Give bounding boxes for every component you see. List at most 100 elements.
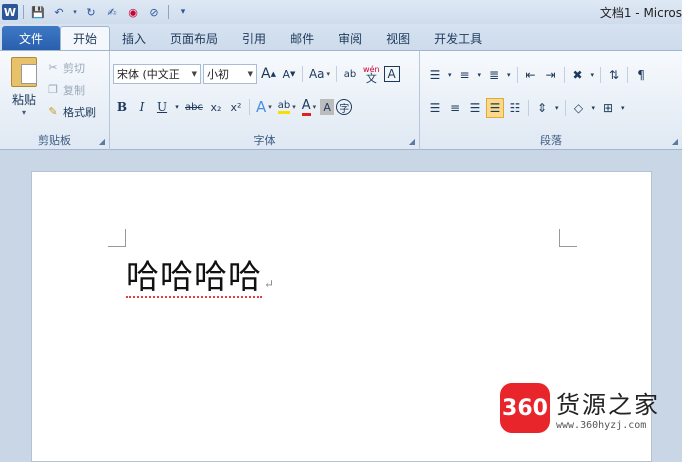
show-marks-icon[interactable]: ¶ [632, 65, 650, 85]
pinyin-button[interactable]: wén 文 [361, 64, 382, 84]
paragraph-group-label: 段落 [540, 134, 562, 147]
char-border-label: A [387, 67, 396, 81]
qat-separator [168, 5, 169, 19]
redo-icon[interactable]: ↻ [82, 3, 100, 21]
clear-format-button[interactable]: ab [341, 64, 359, 84]
decrease-indent-icon[interactable]: ⇤ [522, 65, 540, 85]
font-group: 宋体 (中文正 ▼ 小初 ▼ A ▲ A ▼ Aa ▾ ab wén 文 A B I U… [110, 51, 420, 150]
no-format-icon[interactable]: ⊘ [145, 3, 163, 21]
cut-label: 剪切 [63, 61, 85, 75]
tab-references[interactable]: 引用 [230, 26, 278, 50]
change-case-button[interactable]: Aa ▾ [307, 64, 332, 84]
numbering-dropdown-icon[interactable]: ▾ [476, 65, 484, 85]
line-spacing-dropdown-icon[interactable]: ▾ [553, 98, 561, 118]
italic-button[interactable]: I [133, 97, 151, 117]
margin-corner-top-right [559, 229, 577, 247]
superscript-button[interactable]: x² [227, 97, 245, 117]
borders-icon[interactable]: ⊞ [599, 98, 617, 118]
strikethrough-label: abc [185, 101, 203, 113]
paste-button[interactable]: 粘贴 ▾ [6, 57, 42, 119]
grow-font-button[interactable]: A ▲ [259, 64, 278, 84]
paragraph-mark: ↵ [264, 277, 276, 291]
strikethrough-button[interactable]: abc [183, 97, 205, 117]
paste-dropdown-icon[interactable]: ▾ [22, 108, 26, 117]
margin-corner-top-left [108, 229, 126, 247]
subscript-button[interactable]: x₂ [207, 97, 225, 117]
undo-icon[interactable]: ↶ [50, 3, 68, 21]
undo-dropdown-icon[interactable]: ▾ [71, 3, 79, 21]
font-row-1: 宋体 (中文正 ▼ 小初 ▼ A ▲ A ▼ Aa ▾ ab wén 文 A [113, 64, 400, 84]
color-icon[interactable]: ◉ [124, 3, 142, 21]
text-effects-label: A [255, 98, 267, 116]
copy-icon: ❐ [48, 83, 58, 96]
ribbon: 粘贴 ▾ ✂ 剪切 ❐ 复制 ✎ 格式刷 剪贴板 ◢ 宋体 (中文正 ▼ 小初 … [0, 50, 682, 150]
save-icon[interactable]: 💾 [29, 3, 47, 21]
tab-view[interactable]: 视图 [374, 26, 422, 50]
multilevel-list-icon[interactable]: ≣ [485, 65, 503, 85]
format-painter-button[interactable]: ✎ 格式刷 [46, 103, 96, 120]
document-text[interactable]: 哈哈哈哈 ↵ [126, 250, 275, 298]
chinese-layout-dropdown-icon[interactable]: ▾ [589, 65, 597, 85]
sort-icon[interactable]: ⇅ [605, 65, 623, 85]
shading-dropdown-icon[interactable]: ▾ [590, 98, 598, 118]
shrink-font-button[interactable]: A ▼ [280, 64, 298, 84]
distributed-icon[interactable]: ☷ [506, 98, 524, 118]
font-size-select[interactable]: 小初 ▼ [203, 64, 257, 84]
enclose-char-button[interactable]: 字 [336, 99, 353, 115]
cut-button[interactable]: ✂ 剪切 [46, 59, 96, 76]
clear-format-label: ab [343, 68, 357, 80]
change-case-label: Aa [308, 67, 325, 81]
multilevel-dropdown-icon[interactable]: ▾ [505, 65, 513, 85]
font-size-value: 小初 [207, 68, 229, 81]
font-name-select[interactable]: 宋体 (中文正 ▼ [113, 64, 201, 84]
separator [563, 67, 565, 83]
tab-review[interactable]: 审阅 [326, 26, 374, 50]
font-color-button[interactable]: A ▾ [300, 97, 318, 117]
font-color-label: A [301, 98, 311, 116]
tab-file[interactable]: 文件 [2, 26, 60, 50]
tab-page-layout[interactable]: 页面布局 [158, 26, 230, 50]
char-shading-button[interactable]: A [320, 99, 335, 115]
chevron-down-icon: ▼ [247, 70, 253, 78]
paragraph-launcher-icon[interactable]: ◢ [672, 137, 678, 146]
text-effects-button[interactable]: A ▾ [254, 97, 274, 117]
underline-dropdown-icon[interactable]: ▾ [173, 97, 181, 117]
pinyin-char-icon: 文 [365, 72, 377, 85]
separator [600, 67, 602, 83]
window-title: 文档1 - Micros [599, 6, 682, 20]
chevron-down-icon: ▾ [326, 70, 331, 78]
format-painter-qat-icon[interactable]: ✍ [103, 3, 121, 21]
line-spacing-icon[interactable]: ⇕ [533, 98, 551, 118]
para-row-1: ☰ ▾ ≡ ▾ ≣ ▾ ⇤ ⇥ ✖ ▾ ⇅ ¶ [426, 65, 650, 85]
increase-indent-icon[interactable]: ⇥ [542, 65, 560, 85]
clipboard-launcher-icon[interactable]: ◢ [99, 137, 105, 146]
align-right-icon[interactable]: ☰ [466, 98, 484, 118]
char-border-button[interactable]: A [383, 66, 400, 82]
watermark-badge: 360 [500, 383, 550, 433]
tab-developer[interactable]: 开发工具 [422, 26, 494, 50]
highlight-button[interactable]: ab ▾ [276, 97, 298, 117]
align-left-icon[interactable]: ☰ [426, 98, 444, 118]
tab-home[interactable]: 开始 [60, 26, 111, 50]
word-logo-icon[interactable]: W [2, 4, 18, 20]
justify-icon[interactable]: ☰ [486, 98, 504, 118]
chevron-down-icon: ▾ [268, 103, 272, 111]
bullets-icon[interactable]: ☰ [426, 65, 444, 85]
document-text-content: 哈哈哈哈 [126, 257, 262, 298]
tab-insert[interactable]: 插入 [110, 26, 158, 50]
font-name-value: 宋体 (中文正 [117, 68, 180, 81]
underline-button[interactable]: U [153, 97, 171, 117]
tab-mailings[interactable]: 邮件 [278, 26, 326, 50]
borders-dropdown-icon[interactable]: ▾ [619, 98, 627, 118]
copy-button[interactable]: ❐ 复制 [46, 81, 96, 98]
bullets-dropdown-icon[interactable]: ▾ [446, 65, 454, 85]
align-center-icon[interactable]: ≡ [446, 98, 464, 118]
chinese-layout-icon[interactable]: ✖ [569, 65, 587, 85]
customize-qat-icon[interactable]: ▾ [174, 3, 192, 21]
chevron-down-icon: ▼ [191, 70, 197, 78]
shading-icon[interactable]: ◇ [570, 98, 588, 118]
quick-access-toolbar: W 💾 ↶ ▾ ↻ ✍ ◉ ⊘ ▾ [0, 3, 192, 21]
numbering-icon[interactable]: ≡ [456, 65, 474, 85]
font-launcher-icon[interactable]: ◢ [409, 137, 415, 146]
bold-button[interactable]: B [113, 97, 131, 117]
